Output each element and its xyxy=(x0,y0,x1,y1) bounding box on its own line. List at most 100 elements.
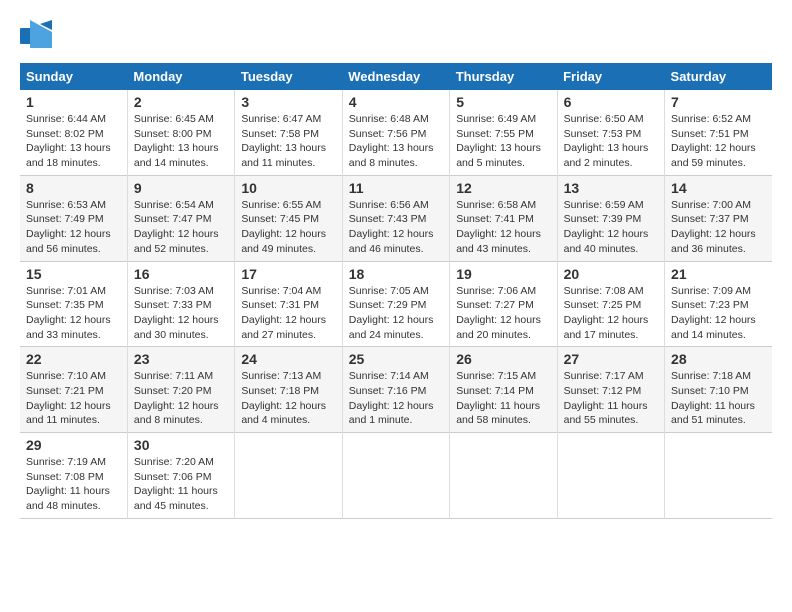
calendar-cell: 30Sunrise: 7:20 AMSunset: 7:06 PMDayligh… xyxy=(127,433,234,519)
calendar-body: 1Sunrise: 6:44 AMSunset: 8:02 PMDaylight… xyxy=(20,90,772,518)
calendar-header: SundayMondayTuesdayWednesdayThursdayFrid… xyxy=(20,63,772,90)
cell-info-line: Sunrise: 7:06 AM xyxy=(456,284,550,299)
cell-info-line: Sunset: 7:35 PM xyxy=(26,298,121,313)
cell-info-line: Daylight: 12 hours and 46 minutes. xyxy=(349,227,443,256)
day-number: 8 xyxy=(26,180,121,196)
cell-info-line: Sunset: 7:20 PM xyxy=(134,384,228,399)
cell-info-line: Sunrise: 6:59 AM xyxy=(564,198,658,213)
day-number: 26 xyxy=(456,351,550,367)
cell-info-line: Daylight: 12 hours and 33 minutes. xyxy=(26,313,121,342)
cell-info-line: Daylight: 12 hours and 11 minutes. xyxy=(26,399,121,428)
week-row-4: 22Sunrise: 7:10 AMSunset: 7:21 PMDayligh… xyxy=(20,347,772,433)
calendar-cell: 1Sunrise: 6:44 AMSunset: 8:02 PMDaylight… xyxy=(20,90,127,175)
logo xyxy=(20,20,56,53)
cell-info-line: Sunrise: 7:11 AM xyxy=(134,369,228,384)
cell-info-line: Daylight: 13 hours and 18 minutes. xyxy=(26,141,121,170)
day-number: 14 xyxy=(671,180,766,196)
day-number: 27 xyxy=(564,351,658,367)
cell-info-line: Daylight: 12 hours and 8 minutes. xyxy=(134,399,228,428)
day-number: 10 xyxy=(241,180,335,196)
calendar-cell: 29Sunrise: 7:19 AMSunset: 7:08 PMDayligh… xyxy=(20,433,127,519)
cell-info-line: Daylight: 12 hours and 56 minutes. xyxy=(26,227,121,256)
cell-info-line: Sunset: 7:51 PM xyxy=(671,127,766,142)
cell-info-line: Sunset: 7:41 PM xyxy=(456,212,550,227)
page-header xyxy=(20,20,772,53)
day-header-sunday: Sunday xyxy=(20,63,127,90)
calendar-table: SundayMondayTuesdayWednesdayThursdayFrid… xyxy=(20,63,772,519)
cell-info-line: Daylight: 12 hours and 43 minutes. xyxy=(456,227,550,256)
day-number: 6 xyxy=(564,94,658,110)
cell-info-line: Sunset: 7:18 PM xyxy=(241,384,335,399)
logo-icon xyxy=(20,20,52,48)
day-number: 15 xyxy=(26,266,121,282)
cell-info-line: Daylight: 12 hours and 17 minutes. xyxy=(564,313,658,342)
calendar-cell: 12Sunrise: 6:58 AMSunset: 7:41 PMDayligh… xyxy=(450,175,557,261)
day-number: 29 xyxy=(26,437,121,453)
cell-info-line: Sunrise: 6:44 AM xyxy=(26,112,121,127)
cell-info-line: Sunset: 7:16 PM xyxy=(349,384,443,399)
cell-info-line: Sunset: 7:14 PM xyxy=(456,384,550,399)
calendar-cell: 21Sunrise: 7:09 AMSunset: 7:23 PMDayligh… xyxy=(665,261,772,347)
calendar-cell xyxy=(450,433,557,519)
calendar-cell: 14Sunrise: 7:00 AMSunset: 7:37 PMDayligh… xyxy=(665,175,772,261)
cell-info-line: Sunrise: 6:45 AM xyxy=(134,112,228,127)
day-number: 3 xyxy=(241,94,335,110)
cell-info-line: Sunrise: 7:10 AM xyxy=(26,369,121,384)
cell-info-line: Daylight: 13 hours and 14 minutes. xyxy=(134,141,228,170)
cell-info-line: Sunrise: 7:20 AM xyxy=(134,455,228,470)
calendar-cell: 22Sunrise: 7:10 AMSunset: 7:21 PMDayligh… xyxy=(20,347,127,433)
cell-info-line: Sunset: 7:10 PM xyxy=(671,384,766,399)
cell-info-line: Daylight: 12 hours and 59 minutes. xyxy=(671,141,766,170)
day-number: 16 xyxy=(134,266,228,282)
cell-info-line: Daylight: 11 hours and 48 minutes. xyxy=(26,484,121,513)
cell-info-line: Sunset: 7:49 PM xyxy=(26,212,121,227)
calendar-cell xyxy=(342,433,449,519)
cell-info-line: Daylight: 13 hours and 2 minutes. xyxy=(564,141,658,170)
cell-info-line: Sunrise: 7:13 AM xyxy=(241,369,335,384)
cell-info-line: Daylight: 12 hours and 4 minutes. xyxy=(241,399,335,428)
cell-info-line: Daylight: 11 hours and 51 minutes. xyxy=(671,399,766,428)
cell-info-line: Sunrise: 7:04 AM xyxy=(241,284,335,299)
cell-info-line: Sunset: 7:39 PM xyxy=(564,212,658,227)
day-header-friday: Friday xyxy=(557,63,664,90)
cell-info-line: Sunset: 7:55 PM xyxy=(456,127,550,142)
calendar-cell xyxy=(235,433,342,519)
cell-info-line: Sunset: 7:06 PM xyxy=(134,470,228,485)
calendar-cell: 20Sunrise: 7:08 AMSunset: 7:25 PMDayligh… xyxy=(557,261,664,347)
calendar-cell: 13Sunrise: 6:59 AMSunset: 7:39 PMDayligh… xyxy=(557,175,664,261)
cell-info-line: Sunrise: 6:56 AM xyxy=(349,198,443,213)
cell-info-line: Sunrise: 7:15 AM xyxy=(456,369,550,384)
calendar-cell: 3Sunrise: 6:47 AMSunset: 7:58 PMDaylight… xyxy=(235,90,342,175)
calendar-cell: 17Sunrise: 7:04 AMSunset: 7:31 PMDayligh… xyxy=(235,261,342,347)
cell-info-line: Sunrise: 7:05 AM xyxy=(349,284,443,299)
cell-info-line: Sunrise: 7:01 AM xyxy=(26,284,121,299)
cell-info-line: Daylight: 13 hours and 11 minutes. xyxy=(241,141,335,170)
cell-info-line: Daylight: 12 hours and 52 minutes. xyxy=(134,227,228,256)
cell-info-line: Sunrise: 7:00 AM xyxy=(671,198,766,213)
cell-info-line: Sunset: 7:56 PM xyxy=(349,127,443,142)
cell-info-line: Sunrise: 6:48 AM xyxy=(349,112,443,127)
cell-info-line: Sunrise: 7:14 AM xyxy=(349,369,443,384)
calendar-cell: 24Sunrise: 7:13 AMSunset: 7:18 PMDayligh… xyxy=(235,347,342,433)
cell-info-line: Sunset: 7:45 PM xyxy=(241,212,335,227)
cell-info-line: Sunrise: 7:19 AM xyxy=(26,455,121,470)
cell-info-line: Sunrise: 6:50 AM xyxy=(564,112,658,127)
week-row-1: 1Sunrise: 6:44 AMSunset: 8:02 PMDaylight… xyxy=(20,90,772,175)
cell-info-line: Sunset: 7:21 PM xyxy=(26,384,121,399)
cell-info-line: Sunrise: 7:08 AM xyxy=(564,284,658,299)
calendar-cell: 7Sunrise: 6:52 AMSunset: 7:51 PMDaylight… xyxy=(665,90,772,175)
cell-info-line: Sunrise: 7:18 AM xyxy=(671,369,766,384)
day-number: 4 xyxy=(349,94,443,110)
day-number: 19 xyxy=(456,266,550,282)
calendar-cell: 19Sunrise: 7:06 AMSunset: 7:27 PMDayligh… xyxy=(450,261,557,347)
day-header-monday: Monday xyxy=(127,63,234,90)
day-number: 23 xyxy=(134,351,228,367)
cell-info-line: Sunrise: 6:52 AM xyxy=(671,112,766,127)
cell-info-line: Sunrise: 6:53 AM xyxy=(26,198,121,213)
cell-info-line: Sunset: 7:47 PM xyxy=(134,212,228,227)
day-number: 5 xyxy=(456,94,550,110)
cell-info-line: Sunset: 7:33 PM xyxy=(134,298,228,313)
cell-info-line: Sunset: 7:43 PM xyxy=(349,212,443,227)
cell-info-line: Daylight: 12 hours and 30 minutes. xyxy=(134,313,228,342)
calendar-cell xyxy=(665,433,772,519)
